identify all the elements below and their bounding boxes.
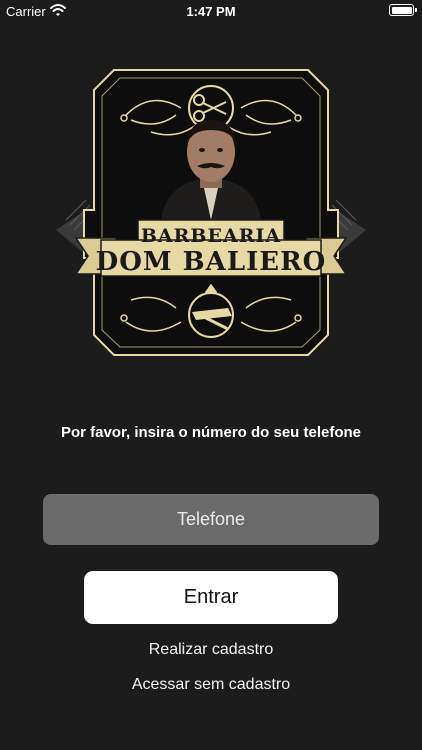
phone-prompt: Por favor, insira o número do seu telefo… <box>60 424 362 441</box>
logo-title-line1: BARBEARIA <box>141 225 281 247</box>
battery-icon <box>389 4 417 16</box>
barbershop-logo: BARBEARIA DOM BALIERO <box>56 69 366 356</box>
enter-button[interactable]: Entrar <box>84 571 338 624</box>
status-bar: Carrier 1:47 PM <box>0 0 422 22</box>
phone-input[interactable] <box>43 494 379 545</box>
clock: 1:47 PM <box>186 4 236 19</box>
razor-icon <box>188 292 234 338</box>
guest-access-link[interactable]: Acessar sem cadastro <box>0 676 422 694</box>
logo-title-line2: DOM BALIERO <box>96 247 327 277</box>
register-link[interactable]: Realizar cadastro <box>0 641 422 659</box>
